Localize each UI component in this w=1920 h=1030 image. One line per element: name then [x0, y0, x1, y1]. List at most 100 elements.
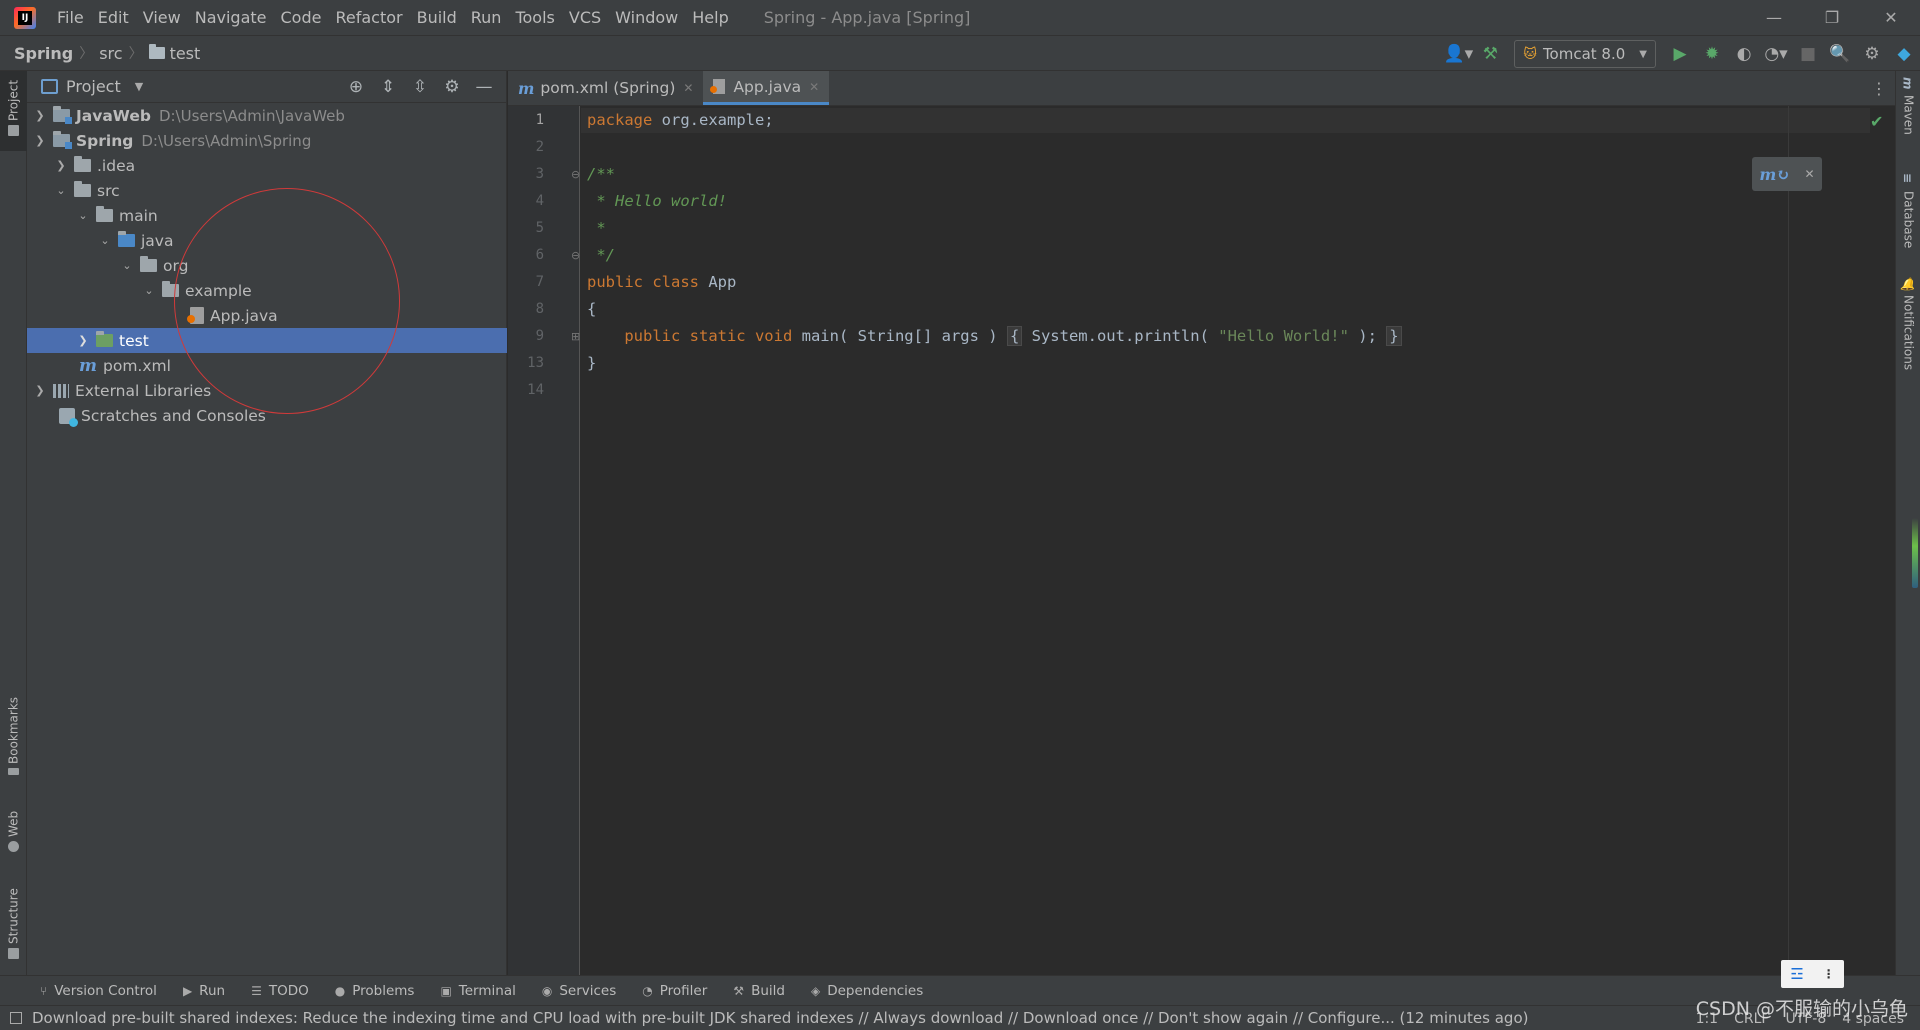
tree-item-app-java[interactable]: App.java: [27, 303, 507, 328]
menu-view[interactable]: View: [136, 0, 188, 35]
structure-tool-button[interactable]: Structure: [0, 879, 27, 975]
menu-code[interactable]: Code: [274, 0, 329, 35]
profile-icon[interactable]: ◔▾: [1760, 38, 1792, 70]
menu-vcs[interactable]: VCS: [562, 0, 608, 35]
chevron-down-icon[interactable]: ⌄: [76, 209, 90, 222]
web-tool-button[interactable]: Web: [0, 803, 27, 865]
minimize-button[interactable]: —: [1745, 0, 1803, 35]
stop-icon[interactable]: ■: [1792, 38, 1824, 70]
breadcrumb-test[interactable]: test: [148, 44, 200, 63]
collapse-all-icon[interactable]: ⇳: [404, 77, 436, 97]
code-editor[interactable]: package org.example; /** * Hello world! …: [581, 106, 1870, 975]
run-icon[interactable]: ▶: [1664, 38, 1696, 70]
file-encoding[interactable]: UTF-8: [1785, 1011, 1826, 1027]
run-tool-button[interactable]: ▶ Run: [183, 983, 225, 999]
project-tool-button[interactable]: Project: [0, 71, 27, 151]
chevron-right-icon[interactable]: ❯: [33, 109, 47, 122]
tree-item-main[interactable]: ⌄ main: [27, 203, 507, 228]
code-with-me-icon[interactable]: ◆: [1888, 38, 1920, 70]
chevron-down-icon[interactable]: ⌄: [54, 184, 68, 197]
tree-item-example[interactable]: ⌄ example: [27, 278, 507, 303]
folded-brace[interactable]: {: [1006, 326, 1023, 346]
debug-icon[interactable]: ✹: [1696, 38, 1728, 70]
chevron-down-icon[interactable]: ▼: [135, 80, 143, 93]
maven-reload-icon[interactable]: m↻: [1759, 165, 1789, 184]
fold-marker-icon[interactable]: ⊞: [571, 330, 580, 343]
indent-setting[interactable]: 4 spaces: [1842, 1011, 1904, 1027]
run-configuration-select[interactable]: 🐱 Tomcat 8.0 ▼: [1514, 40, 1656, 68]
database-tool-button[interactable]: ≡ Database: [1896, 167, 1920, 267]
status-message[interactable]: Download pre-built shared indexes: Reduc…: [10, 1009, 1528, 1027]
menu-refactor[interactable]: Refactor: [328, 0, 409, 35]
line-separator[interactable]: CRLF: [1734, 1011, 1769, 1027]
chevron-down-icon[interactable]: ❯: [33, 134, 47, 147]
expand-all-icon[interactable]: ⇕: [372, 77, 404, 97]
maven-tool-button[interactable]: m Maven: [1896, 71, 1920, 151]
tab-app-java[interactable]: App.java ✕: [703, 71, 830, 105]
fold-marker-icon[interactable]: ⊖: [571, 168, 580, 181]
panel-settings-gear-icon[interactable]: ⚙: [436, 77, 468, 97]
settings-gear-icon[interactable]: ⚙: [1856, 38, 1888, 70]
ime-mode-icon[interactable]: ☲: [1790, 965, 1803, 983]
tree-item-javaweb[interactable]: ❯ JavaWeb D:\Users\Admin\JavaWeb: [27, 103, 507, 128]
services-tool-button[interactable]: ◉ Services: [542, 983, 616, 999]
problems-tool-button[interactable]: ● Problems: [335, 983, 415, 999]
bookmarks-tool-button[interactable]: Bookmarks: [0, 691, 27, 787]
profiler-tool-button[interactable]: ◔ Profiler: [642, 983, 707, 999]
hide-panel-icon[interactable]: —: [468, 77, 500, 97]
close-icon[interactable]: ✕: [1805, 167, 1815, 181]
close-tab-icon[interactable]: ✕: [683, 81, 693, 95]
tree-item-src[interactable]: ⌄ src: [27, 178, 507, 203]
tree-item-org[interactable]: ⌄ org: [27, 253, 507, 278]
todo-tool-button[interactable]: ☰ TODO: [251, 983, 309, 999]
menu-build[interactable]: Build: [410, 0, 464, 35]
menu-window[interactable]: Window: [608, 0, 685, 35]
version-control-tool-button[interactable]: ⑂ Version Control: [40, 983, 157, 999]
notifications-tool-button[interactable]: 🔔 Notifications: [1896, 271, 1920, 411]
dependencies-tool-button[interactable]: ◈ Dependencies: [811, 983, 923, 999]
user-account-icon[interactable]: 👤▾: [1442, 38, 1474, 70]
menu-navigate[interactable]: Navigate: [188, 0, 274, 35]
project-panel-title[interactable]: Project: [66, 77, 121, 96]
tree-item-java[interactable]: ⌄ java: [27, 228, 507, 253]
ime-toolbar[interactable]: ☲ ⋮: [1781, 960, 1844, 988]
chevron-right-icon[interactable]: ❯: [76, 334, 90, 347]
folded-brace[interactable]: }: [1386, 326, 1402, 346]
run-configuration-label: Tomcat 8.0: [1542, 45, 1626, 63]
search-icon[interactable]: 🔍: [1824, 38, 1856, 70]
tab-pom-xml[interactable]: m pom.xml (Spring) ✕: [508, 71, 703, 105]
close-tab-icon[interactable]: ✕: [809, 80, 819, 94]
tree-item-scratches[interactable]: Scratches and Consoles: [27, 403, 507, 428]
close-window-button[interactable]: ✕: [1862, 0, 1920, 35]
restore-button[interactable]: ❐: [1803, 0, 1861, 35]
tree-item-spring[interactable]: ❯ Spring D:\Users\Admin\Spring: [27, 128, 507, 153]
build-hammer-icon[interactable]: ⚒: [1474, 38, 1506, 70]
tree-item-external-libraries[interactable]: ❯ External Libraries: [27, 378, 507, 403]
module-folder-icon: [53, 131, 72, 149]
breadcrumb-project[interactable]: Spring: [14, 44, 73, 63]
tree-item-idea[interactable]: ❯ .idea: [27, 153, 507, 178]
bell-icon: 🔔: [1900, 277, 1915, 292]
tree-item-pom-xml[interactable]: m pom.xml: [27, 353, 507, 378]
menu-run[interactable]: Run: [464, 0, 509, 35]
chevron-right-icon[interactable]: ❯: [33, 384, 47, 397]
fold-marker-icon[interactable]: ⊖: [571, 249, 580, 262]
tree-item-test[interactable]: ❯ test: [27, 328, 507, 353]
menu-tools[interactable]: Tools: [508, 0, 561, 35]
locate-file-icon[interactable]: ⊕: [340, 77, 372, 97]
more-tabs-icon[interactable]: ⋮: [1871, 79, 1887, 98]
build-tool-button[interactable]: ⚒ Build: [733, 983, 785, 999]
breadcrumb-src[interactable]: src: [99, 44, 122, 63]
menu-edit[interactable]: Edit: [91, 0, 136, 35]
ime-menu-icon[interactable]: ⋮: [1823, 967, 1835, 981]
inspection-ok-check-icon[interactable]: ✔: [1870, 112, 1883, 131]
menu-file[interactable]: File: [50, 0, 91, 35]
chevron-down-icon[interactable]: ⌄: [120, 259, 134, 272]
caret-position[interactable]: 1:1: [1696, 1011, 1719, 1027]
chevron-down-icon[interactable]: ⌄: [142, 284, 156, 297]
menu-help[interactable]: Help: [685, 0, 735, 35]
chevron-down-icon[interactable]: ⌄: [98, 234, 112, 247]
chevron-right-icon[interactable]: ❯: [54, 159, 68, 172]
coverage-icon[interactable]: ◐: [1728, 38, 1760, 70]
terminal-tool-button[interactable]: ▣ Terminal: [440, 983, 515, 999]
